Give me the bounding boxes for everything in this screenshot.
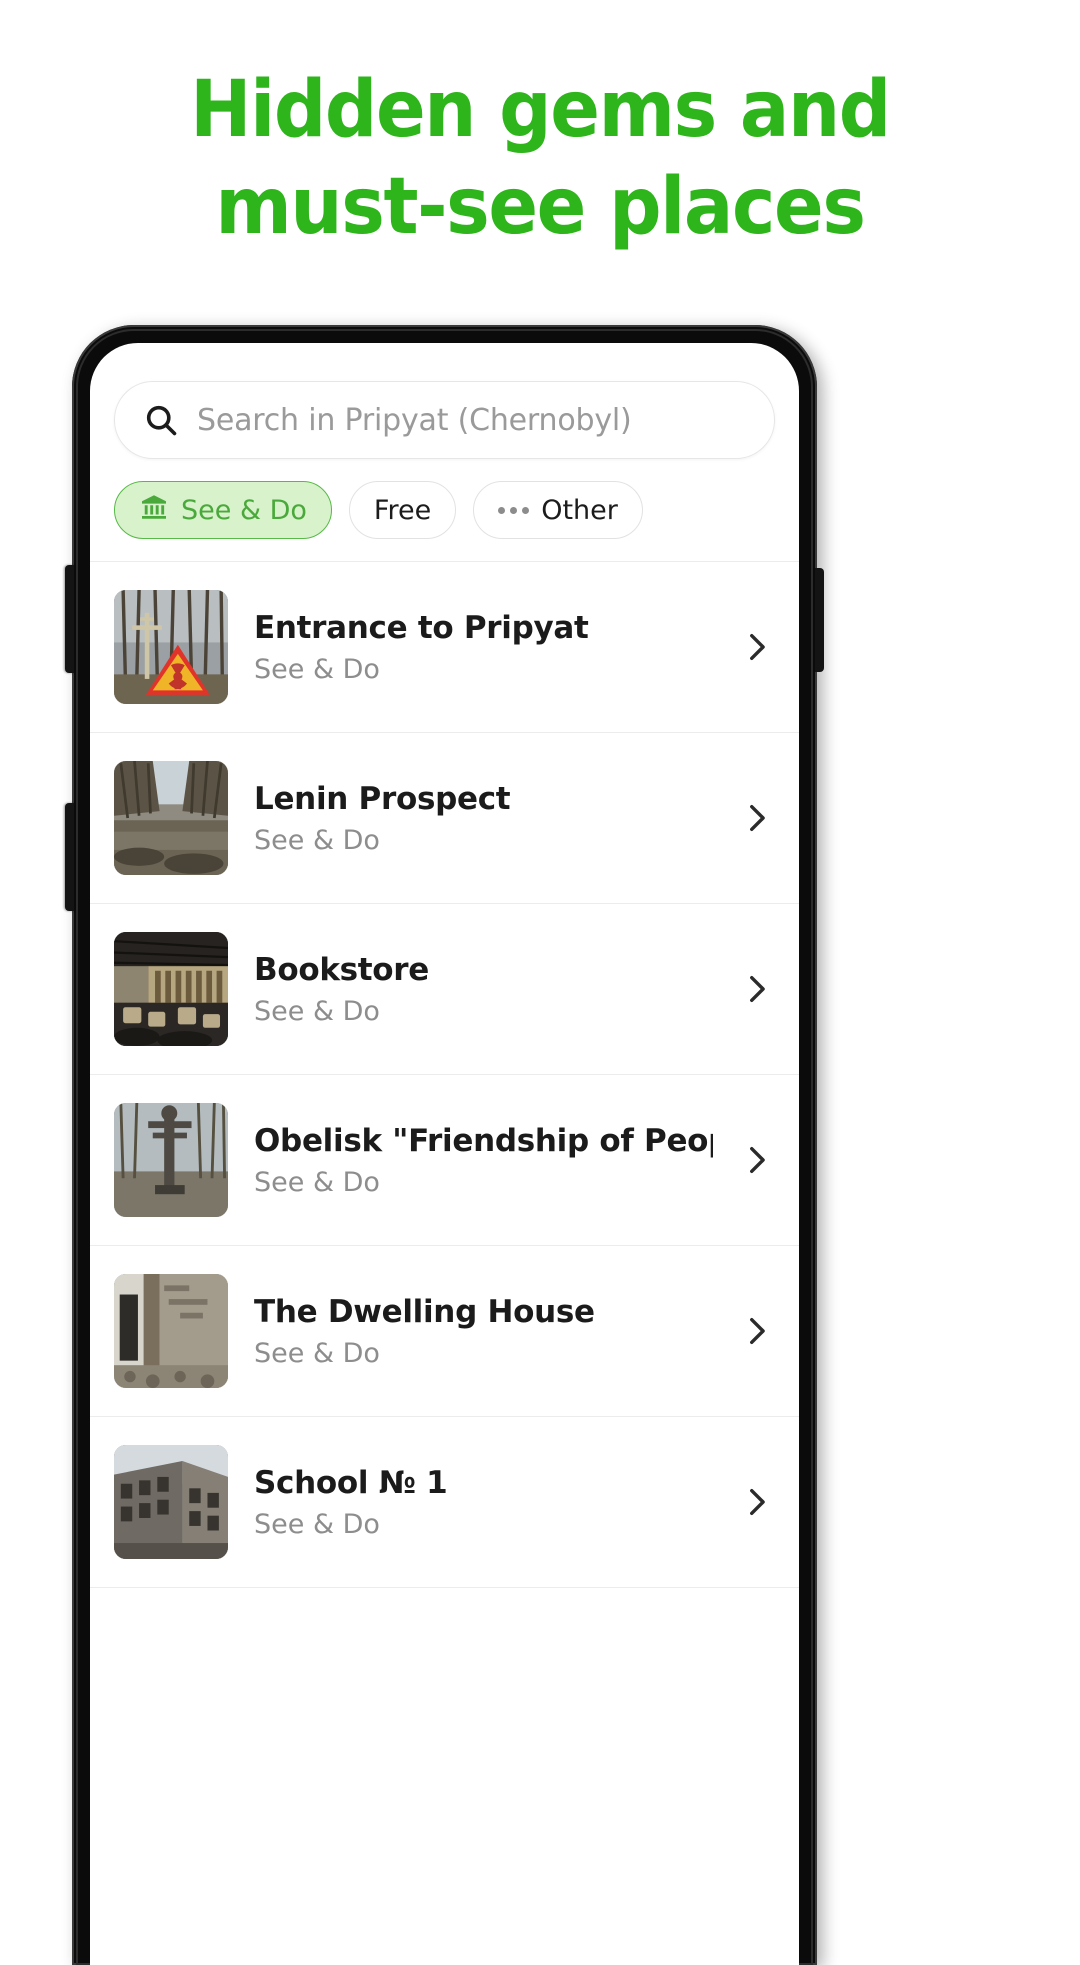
- filter-chip-label: Free: [373, 494, 432, 526]
- list-item[interactable]: Entrance to Pripyat See & Do: [90, 562, 799, 733]
- power-button[interactable]: [815, 568, 824, 672]
- place-category: See & Do: [254, 995, 380, 1027]
- list-item[interactable]: Obelisk "Friendship of Peoples" See & Do: [90, 1075, 799, 1246]
- place-category: See & Do: [254, 1166, 380, 1198]
- search-icon: [143, 402, 179, 438]
- thumbnail-bookstore: [114, 932, 228, 1046]
- ellipsis-icon: [498, 506, 530, 514]
- chevron-right-icon[interactable]: [739, 630, 773, 664]
- thumbnail-lenin-prospect: [114, 761, 228, 875]
- place-title: Obelisk "Friendship of Peoples": [254, 1122, 713, 1159]
- place-category: See & Do: [254, 653, 380, 685]
- thumbnail-school-no-1: [114, 1445, 228, 1559]
- chevron-right-icon[interactable]: [739, 1143, 773, 1177]
- place-thumbnail: [114, 932, 228, 1046]
- search-input[interactable]: Search in Pripyat (Chernobyl): [114, 381, 775, 459]
- phone-mockup: Search in Pripyat (Chernobyl) See & Do F…: [65, 325, 824, 1965]
- place-text: School № 1 See & Do: [254, 1463, 713, 1542]
- place-title: Entrance to Pripyat: [254, 609, 589, 646]
- filter-chip-see-and-do[interactable]: See & Do: [114, 481, 332, 539]
- place-thumbnail: [114, 1445, 228, 1559]
- chevron-right-icon[interactable]: [739, 1314, 773, 1348]
- filter-chip-other[interactable]: Other: [473, 481, 643, 539]
- place-text: The Dwelling House See & Do: [254, 1292, 713, 1371]
- chevron-right-icon[interactable]: [739, 972, 773, 1006]
- place-category: See & Do: [254, 824, 380, 856]
- filter-chips-row: See & Do Free Other: [90, 459, 799, 562]
- list-item[interactable]: Lenin Prospect See & Do: [90, 733, 799, 904]
- place-thumbnail: [114, 1274, 228, 1388]
- headline-line-1: Hidden gems and: [190, 65, 891, 155]
- place-title: The Dwelling House: [254, 1293, 595, 1330]
- filter-chip-free[interactable]: Free: [348, 481, 457, 539]
- volume-up-button[interactable]: [65, 565, 74, 673]
- list-item[interactable]: School № 1 See & Do: [90, 1417, 799, 1588]
- place-category: See & Do: [254, 1337, 380, 1369]
- headline-line-2: must-see places: [215, 162, 866, 252]
- thumbnail-dwelling-house: [114, 1274, 228, 1388]
- phone-screen: Search in Pripyat (Chernobyl) See & Do F…: [90, 343, 799, 1965]
- chevron-right-icon[interactable]: [739, 801, 773, 835]
- place-category: See & Do: [254, 1508, 380, 1540]
- place-title: Bookstore: [254, 951, 430, 988]
- filter-chip-label: Other: [541, 494, 618, 526]
- list-item[interactable]: Bookstore See & Do: [90, 904, 799, 1075]
- filter-chip-label: See & Do: [181, 494, 307, 526]
- page-headline: Hidden gems and must-see places: [0, 0, 1080, 256]
- search-placeholder: Search in Pripyat (Chernobyl): [197, 402, 632, 438]
- volume-down-button[interactable]: [65, 803, 74, 911]
- place-thumbnail: [114, 1103, 228, 1217]
- place-thumbnail: [114, 761, 228, 875]
- place-text: Entrance to Pripyat See & Do: [254, 608, 713, 687]
- place-text: Bookstore See & Do: [254, 950, 713, 1029]
- museum-icon: [139, 492, 169, 529]
- place-text: Obelisk "Friendship of Peoples" See & Do: [254, 1121, 713, 1200]
- place-text: Lenin Prospect See & Do: [254, 779, 713, 858]
- thumbnail-obelisk: [114, 1103, 228, 1217]
- chevron-right-icon[interactable]: [739, 1485, 773, 1519]
- place-title: Lenin Prospect: [254, 780, 511, 817]
- place-thumbnail: [114, 590, 228, 704]
- thumbnail-entrance-to-pripyat: [114, 590, 228, 704]
- place-list: Entrance to Pripyat See & Do Lenin Prosp…: [90, 562, 799, 1588]
- place-title: School № 1: [254, 1464, 448, 1501]
- list-item[interactable]: The Dwelling House See & Do: [90, 1246, 799, 1417]
- search-area: Search in Pripyat (Chernobyl): [90, 343, 799, 459]
